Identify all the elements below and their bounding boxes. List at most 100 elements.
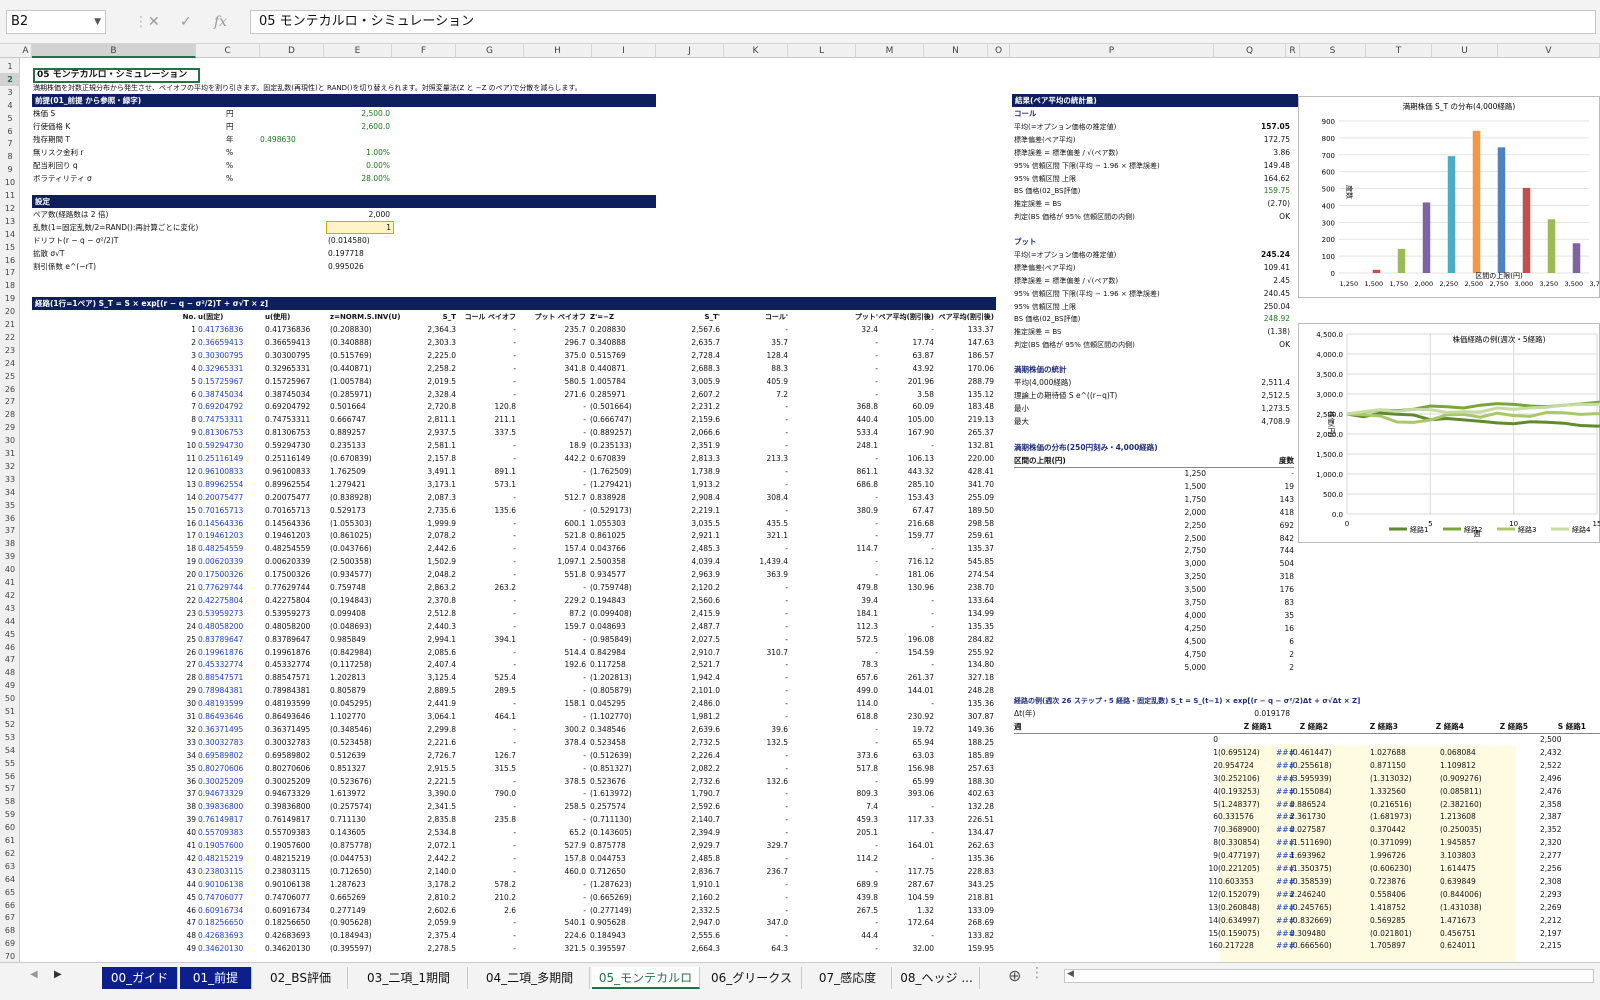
sheet-tab[interactable]: 03_二項_1期間 bbox=[350, 967, 468, 989]
histogram-chart[interactable]: 満期株価 S_T の分布(4,000経路) 900 800 700 600 500 400 3… bbox=[1298, 96, 1600, 298]
row-header[interactable]: 6 bbox=[0, 125, 20, 138]
row-header[interactable]: 10 bbox=[0, 176, 20, 189]
column-header[interactable]: F bbox=[392, 44, 456, 58]
column-header[interactable]: A bbox=[20, 44, 32, 58]
row-header[interactable]: 24 bbox=[0, 357, 20, 370]
row-header[interactable]: 35 bbox=[0, 499, 20, 512]
prev-sheet-icon[interactable]: ◀ bbox=[30, 969, 38, 980]
row-header[interactable]: 44 bbox=[0, 615, 20, 628]
column-header[interactable]: B bbox=[32, 44, 196, 58]
column-header[interactable]: L bbox=[788, 44, 856, 58]
row-header[interactable]: 48 bbox=[0, 666, 20, 679]
row-header[interactable]: 26 bbox=[0, 383, 20, 396]
row-header[interactable]: 37 bbox=[0, 524, 20, 537]
row-header[interactable]: 18 bbox=[0, 279, 20, 292]
row-header[interactable]: 60 bbox=[0, 821, 20, 834]
column-header[interactable]: K bbox=[724, 44, 788, 58]
row-header[interactable]: 31 bbox=[0, 447, 20, 460]
chevron-down-icon[interactable]: ▼ bbox=[94, 11, 101, 33]
sheet-tab[interactable]: 07_感応度 bbox=[804, 967, 892, 989]
sheet-tab[interactable]: 04_二項_多期間 bbox=[470, 967, 590, 989]
check-icon[interactable]: ✓ bbox=[180, 10, 192, 34]
row-header[interactable]: 30 bbox=[0, 434, 20, 447]
row-header[interactable]: 12 bbox=[0, 202, 20, 215]
row-header[interactable]: 66 bbox=[0, 899, 20, 912]
row-header[interactable]: 54 bbox=[0, 744, 20, 757]
scroll-left-icon[interactable]: ◀ bbox=[1067, 969, 1074, 979]
row-header[interactable]: 23 bbox=[0, 344, 20, 357]
column-header[interactable]: H bbox=[524, 44, 592, 58]
row-header[interactable]: 51 bbox=[0, 705, 20, 718]
row-header[interactable]: 40 bbox=[0, 563, 20, 576]
sheet-tab[interactable]: 02_BS評価 bbox=[254, 967, 348, 989]
row-header[interactable]: 7 bbox=[0, 137, 20, 150]
row-header[interactable]: 38 bbox=[0, 537, 20, 550]
row-header[interactable]: 13 bbox=[0, 215, 20, 228]
row-header[interactable]: 56 bbox=[0, 770, 20, 783]
horizontal-scrollbar[interactable]: ◀ bbox=[1064, 969, 1594, 983]
column-header[interactable]: U bbox=[1432, 44, 1498, 58]
row-header[interactable]: 19 bbox=[0, 292, 20, 305]
sheet-tab[interactable]: 08_ヘッジ ... bbox=[894, 967, 980, 989]
row-header[interactable]: 65 bbox=[0, 886, 20, 899]
row-header[interactable]: 49 bbox=[0, 679, 20, 692]
column-header[interactable]: S bbox=[1300, 44, 1366, 58]
path-chart[interactable]: 4,500.0 4,000.0 3,500.0 3,000.0 2,500.0 2,000… bbox=[1298, 323, 1600, 543]
row-header[interactable]: 45 bbox=[0, 628, 20, 641]
row-header[interactable]: 11 bbox=[0, 189, 20, 202]
row-header[interactable]: 29 bbox=[0, 421, 20, 434]
add-sheet-icon[interactable]: ⊕ bbox=[1008, 966, 1021, 985]
column-header[interactable]: D bbox=[260, 44, 324, 58]
row-header[interactable]: 69 bbox=[0, 937, 20, 950]
row-header[interactable]: 20 bbox=[0, 305, 20, 318]
row-header[interactable]: 32 bbox=[0, 460, 20, 473]
column-header[interactable]: C bbox=[196, 44, 260, 58]
column-header[interactable]: V bbox=[1498, 44, 1600, 58]
row-header[interactable]: 63 bbox=[0, 860, 20, 873]
row-header[interactable]: 62 bbox=[0, 847, 20, 860]
row-header[interactable]: 47 bbox=[0, 653, 20, 666]
row-header[interactable]: 5 bbox=[0, 112, 20, 125]
row-header[interactable]: 8 bbox=[0, 150, 20, 163]
column-header[interactable]: O bbox=[988, 44, 1010, 58]
row-header[interactable]: 57 bbox=[0, 782, 20, 795]
sheet-tab[interactable]: 05_モンテカルロ bbox=[592, 967, 700, 989]
sheet-tab[interactable]: 00_ガイド bbox=[102, 967, 178, 989]
cancel-icon[interactable]: ✕ bbox=[148, 10, 160, 34]
column-header[interactable]: T bbox=[1366, 44, 1432, 58]
row-header[interactable]: 53 bbox=[0, 731, 20, 744]
row-header[interactable]: 21 bbox=[0, 318, 20, 331]
sheet-tab[interactable]: 01_前提 bbox=[180, 967, 252, 989]
column-header[interactable]: J bbox=[656, 44, 724, 58]
row-header[interactable]: 58 bbox=[0, 795, 20, 808]
row-header[interactable]: 39 bbox=[0, 550, 20, 563]
row-header[interactable]: 64 bbox=[0, 873, 20, 886]
row-header[interactable]: 15 bbox=[0, 241, 20, 254]
row-header[interactable]: 55 bbox=[0, 757, 20, 770]
column-header[interactable]: E bbox=[324, 44, 392, 58]
row-header[interactable]: 25 bbox=[0, 370, 20, 383]
column-header[interactable]: Q bbox=[1214, 44, 1286, 58]
row-header[interactable]: 42 bbox=[0, 589, 20, 602]
row-header[interactable]: 41 bbox=[0, 576, 20, 589]
row-header[interactable]: 50 bbox=[0, 692, 20, 705]
row-header[interactable]: 68 bbox=[0, 924, 20, 937]
column-header[interactable]: P bbox=[1010, 44, 1214, 58]
sheet-title[interactable]: 05 モンテカルロ・シミュレーション bbox=[33, 68, 200, 83]
worksheet-grid[interactable]: 05 モンテカルロ・シミュレーション 満期株価を対数正規分布から発生させ、ペイオ… bbox=[20, 58, 1600, 962]
row-header[interactable]: 28 bbox=[0, 408, 20, 421]
row-header[interactable]: 33 bbox=[0, 473, 20, 486]
row-header[interactable]: 3 bbox=[0, 86, 20, 99]
row-header[interactable]: 22 bbox=[0, 331, 20, 344]
row-header[interactable]: 9 bbox=[0, 163, 20, 176]
name-box[interactable]: B2 ▼ bbox=[6, 10, 106, 34]
column-header[interactable]: R bbox=[1286, 44, 1300, 58]
row-header[interactable]: 36 bbox=[0, 512, 20, 525]
row-header[interactable]: 46 bbox=[0, 641, 20, 654]
row-header[interactable]: 4 bbox=[0, 99, 20, 112]
row-header[interactable]: 52 bbox=[0, 718, 20, 731]
column-header[interactable]: M bbox=[856, 44, 924, 58]
row-header[interactable]: 43 bbox=[0, 602, 20, 615]
column-header[interactable]: G bbox=[456, 44, 524, 58]
row-header[interactable]: 34 bbox=[0, 486, 20, 499]
